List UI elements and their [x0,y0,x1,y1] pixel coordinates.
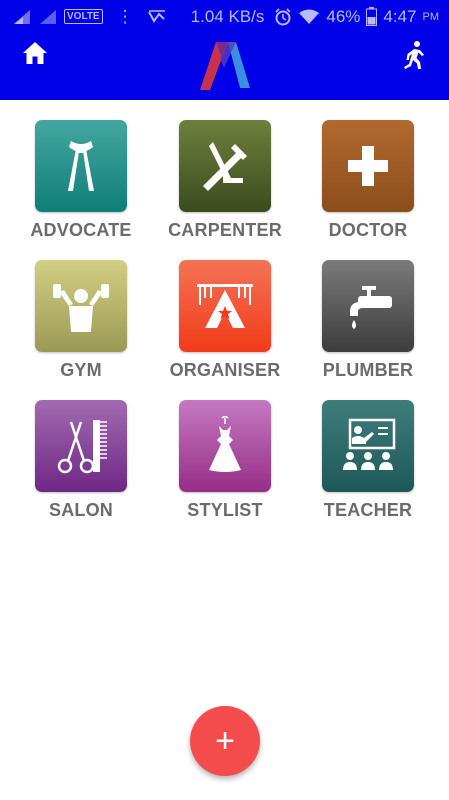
organiser-tile [179,260,271,352]
category-advocate[interactable]: ADVOCATE [11,120,151,245]
weightlifter-icon [53,284,109,332]
category-label: STYLIST [187,500,263,520]
category-plumber[interactable]: PLUMBER [298,260,438,385]
check-notification-icon [147,9,165,23]
clock-time: 4:47 [383,6,417,26]
scissors-comb-icon [57,420,107,474]
status-bar: VOLTE ⋮ 1.04 KB/s 46% 4:47 PM [0,0,449,33]
battery-icon [366,7,378,26]
category-label: ADVOCATE [30,220,132,240]
category-gym[interactable]: GYM [11,260,151,385]
clock-suffix: PM [422,10,440,23]
home-icon[interactable] [22,40,48,66]
category-label: SALON [49,500,113,520]
app-logo [200,42,250,90]
gym-tile [35,260,127,352]
advocate-tile [35,120,127,212]
add-fab-button[interactable]: + [190,706,260,776]
category-doctor[interactable]: DOCTOR [298,120,438,245]
signal-secondary-icon [40,9,56,24]
category-label: PLUMBER [322,360,414,380]
category-salon[interactable]: SALON [11,400,151,525]
carpenter-tools-icon [203,142,247,191]
category-organiser[interactable]: ORGANISER [155,260,295,385]
category-label: TEACHER [323,500,413,520]
data-speed: 1.04 KB/s [190,6,265,26]
doctor-tile [322,120,414,212]
signal-icon [14,9,30,24]
water-tap-icon [350,286,392,329]
wifi-icon [299,9,320,24]
app-bar: VOLTE ⋮ 1.04 KB/s 46% 4:47 PM [0,0,449,100]
salon-tile [35,400,127,492]
classroom-icon [343,418,396,470]
battery-percent: 46% [326,6,361,26]
carpenter-tile [179,120,271,212]
notification-dots-icon: ⋮ [116,6,134,26]
volte-badge: VOLTE [64,9,103,24]
medical-cross-icon [348,146,388,186]
advocate-bands-icon [68,141,94,191]
category-label: DOCTOR [328,220,408,240]
category-carpenter[interactable]: CARPENTER [155,120,295,245]
dress-icon [209,416,241,472]
alarm-icon [275,7,291,25]
stylist-tile [179,400,271,492]
plumber-tile [322,260,414,352]
walking-person-icon[interactable] [400,40,428,70]
category-label: ORGANISER [169,360,281,380]
category-teacher[interactable]: TEACHER [298,400,438,525]
event-stage-icon [197,284,253,328]
category-stylist[interactable]: STYLIST [155,400,295,525]
teacher-tile [322,400,414,492]
plus-icon: + [215,722,235,760]
category-label: GYM [60,360,102,380]
category-label: CARPENTER [168,220,282,240]
